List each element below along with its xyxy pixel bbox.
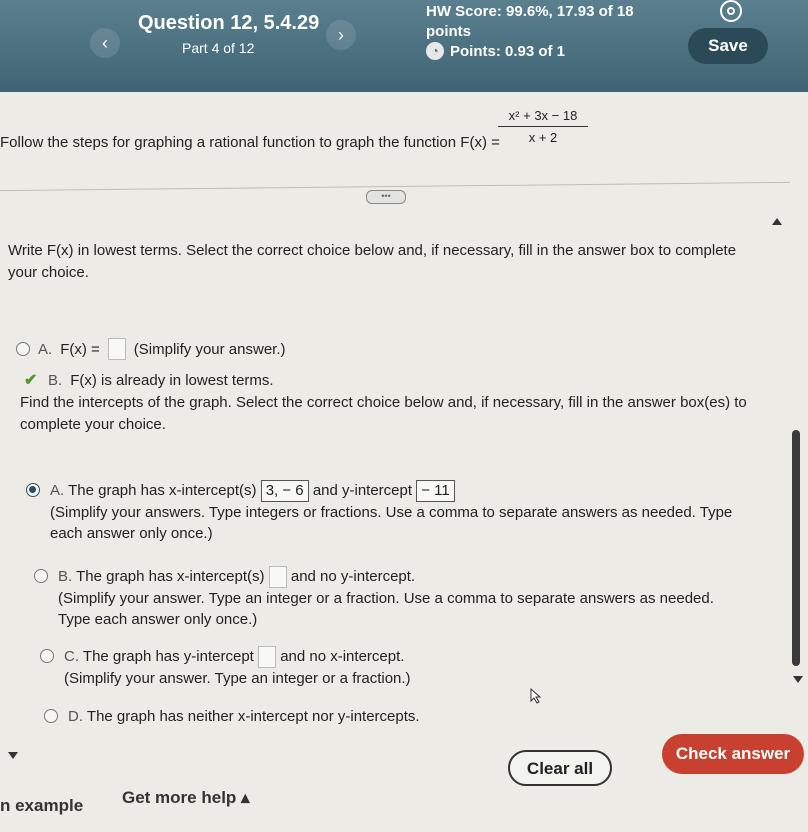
- choice-hint: (Simplify your answer.): [133, 340, 286, 358]
- fraction-numerator: x² + 3x − 18: [498, 108, 588, 127]
- save-button[interactable]: Save: [688, 28, 768, 64]
- part1-choice-b[interactable]: ✔ B. F(x) is already in lowest terms.: [24, 372, 274, 389]
- choice-text: and no x-intercept.: [280, 648, 405, 665]
- expand-handle[interactable]: •••: [366, 190, 406, 204]
- get-more-help-link[interactable]: Get more help ▴: [122, 788, 250, 808]
- choice-text: F(x) is already in lowest terms.: [70, 372, 274, 389]
- hw-score: HW Score: 99.6%, 17.93 of 18 points: [426, 3, 634, 40]
- mouse-pointer-icon: [530, 688, 542, 704]
- choice-hint: (Simplify your answers. Type integers or…: [50, 504, 733, 542]
- choice-letter: C.: [64, 648, 79, 665]
- scroll-up-icon[interactable]: [772, 218, 782, 225]
- radio-button[interactable]: [40, 649, 54, 663]
- chevron-right-icon: ›: [338, 25, 344, 45]
- function-fraction: x² + 3x − 18 x + 2: [498, 108, 588, 145]
- choice-text: and no y-intercept.: [290, 568, 416, 585]
- prev-question-button[interactable]: ‹: [90, 28, 120, 58]
- x-intercept-answer-box[interactable]: 3, − 6: [260, 480, 309, 502]
- answer-box[interactable]: [258, 646, 277, 669]
- answer-box[interactable]: [107, 338, 126, 360]
- choice-text: The graph has y-intercept: [82, 648, 254, 665]
- check-answer-button[interactable]: Check answer: [662, 734, 804, 774]
- part2-instruction: Find the intercepts of the graph. Select…: [20, 394, 747, 433]
- choice-letter: B.: [58, 568, 73, 585]
- radio-button[interactable]: [34, 569, 48, 583]
- points-text: Points: 0.93 of 1: [450, 42, 566, 60]
- choice-letter: D.: [68, 708, 83, 725]
- view-example-link[interactable]: n example: [0, 796, 83, 816]
- radio-button[interactable]: [44, 709, 58, 723]
- clear-all-button[interactable]: Clear all: [508, 750, 612, 786]
- checkmark-icon: ✔: [24, 371, 38, 389]
- choice-hint: (Simplify your answer. Type an integer o…: [64, 670, 411, 688]
- choice-letter: A.: [50, 482, 65, 499]
- choice-hint: (Simplify your answer. Type an integer o…: [58, 590, 714, 629]
- answer-box[interactable]: [268, 566, 287, 589]
- fraction-denominator: x + 2: [528, 130, 558, 145]
- y-intercept-answer-box[interactable]: − 11: [416, 480, 455, 502]
- choice-letter: A.: [38, 340, 53, 358]
- points-row: ◔ Points: 0.93 of 1: [426, 42, 565, 60]
- question-title: Question 12, 5.4.29: [138, 12, 320, 34]
- problem-text: Follow the steps for graphing a rational…: [0, 134, 500, 151]
- part1-instruction: Write F(x) in lowest terms. Select the c…: [8, 242, 737, 281]
- chevron-left-icon: ‹: [102, 33, 108, 53]
- choice-text: and y-intercept: [312, 482, 413, 499]
- next-question-button[interactable]: ›: [326, 20, 356, 50]
- scroll-down-icon[interactable]: [8, 752, 18, 759]
- problem-statement: Follow the steps for graphing a rational…: [0, 104, 808, 174]
- gear-icon[interactable]: [720, 0, 742, 22]
- choice-letter: B.: [48, 372, 63, 389]
- scrollbar[interactable]: [792, 430, 800, 666]
- header-bar: ‹ Question 12, 5.4.29 Part 4 of 12 › HW …: [0, 0, 808, 92]
- choice-text: F(x) =: [60, 340, 100, 358]
- scroll-down-icon[interactable]: [793, 676, 803, 683]
- choice-text: The graph has x-intercept(s): [68, 482, 257, 499]
- radio-button-selected[interactable]: [26, 483, 40, 497]
- part1-choice-a[interactable]: A. F(x) = (Simplify your answer.): [16, 338, 286, 360]
- choice-text: The graph has neither x-intercept nor y-…: [86, 708, 420, 725]
- question-part: Part 4 of 12: [182, 40, 255, 56]
- radio-button[interactable]: [16, 342, 30, 356]
- choice-text: The graph has x-intercept(s): [76, 568, 265, 585]
- partial-credit-icon: ◔: [426, 42, 444, 60]
